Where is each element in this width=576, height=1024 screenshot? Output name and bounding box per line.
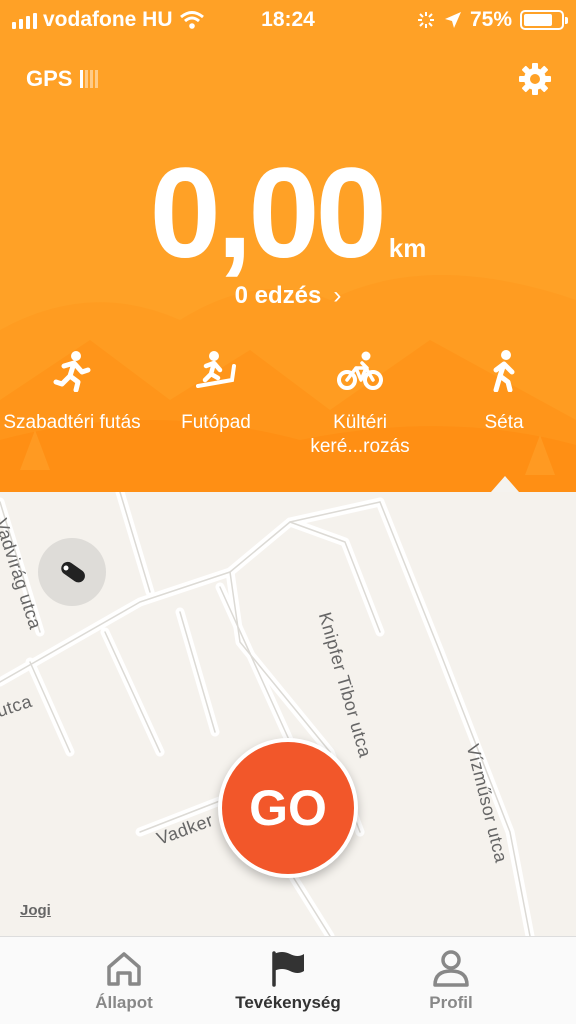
distance-value: 0,00 (149, 142, 387, 285)
workouts-link[interactable]: 0 edzés › (0, 282, 576, 310)
battery-icon (520, 10, 568, 30)
locate-button[interactable] (38, 538, 106, 606)
location-arrow-icon (444, 12, 461, 28)
gps-indicator: GPS (26, 66, 99, 92)
workouts-count: 0 edzés (234, 282, 322, 309)
treadmill-icon (196, 351, 236, 388)
walk-icon (493, 350, 515, 393)
header: vodafone HU 18:24 75% GPS 0,00 km 0 edzé… (0, 0, 576, 492)
mode-label: Szabadtéri futás (3, 412, 141, 433)
selected-mode-pointer (491, 476, 519, 492)
outdoor-run-icon (53, 351, 91, 393)
tab-label: Állapot (95, 993, 153, 1012)
gps-signal-icon (80, 70, 99, 88)
status-bar: vodafone HU 18:24 75% (0, 0, 576, 40)
mode-label: Séta (484, 412, 524, 433)
flag-icon (272, 951, 304, 987)
pill-locate-icon (61, 561, 85, 583)
legal-link[interactable]: Jogi (20, 902, 51, 919)
tab-bar: Állapot Tevékenység Profil (0, 936, 576, 1024)
mode-outdoor-run[interactable]: Szabadtéri futás (2, 350, 142, 435)
go-button[interactable]: GO (218, 738, 358, 878)
bicycle-icon (337, 351, 383, 390)
distance-unit: km (388, 233, 427, 263)
tab-label: Tevékenység (235, 993, 341, 1012)
tab-tevekenyseg[interactable]: Tevékenység (198, 949, 378, 1013)
tab-allapot[interactable]: Állapot (34, 949, 214, 1013)
tab-label: Profil (429, 993, 473, 1012)
mode-bicycle[interactable]: Kültéri keré...rozás (290, 350, 430, 459)
gps-label: GPS (26, 66, 73, 91)
activity-spinner-icon (417, 12, 434, 28)
mode-walk[interactable]: Séta (434, 350, 574, 435)
mode-label: Futópad (181, 412, 251, 433)
battery-percent: 75% (469, 8, 512, 31)
mode-label: Kültéri keré...rozás (310, 412, 410, 457)
activity-modes: Szabadtéri futás Futópad Kültéri keré...… (0, 350, 576, 460)
tab-profil[interactable]: Profil (361, 949, 541, 1013)
gear-icon[interactable] (518, 62, 552, 96)
person-icon (433, 950, 469, 987)
chevron-right-icon: › (333, 282, 342, 309)
distance-display: 0,00 km (0, 150, 576, 278)
mode-treadmill[interactable]: Futópad (146, 350, 286, 435)
home-icon (107, 952, 141, 986)
